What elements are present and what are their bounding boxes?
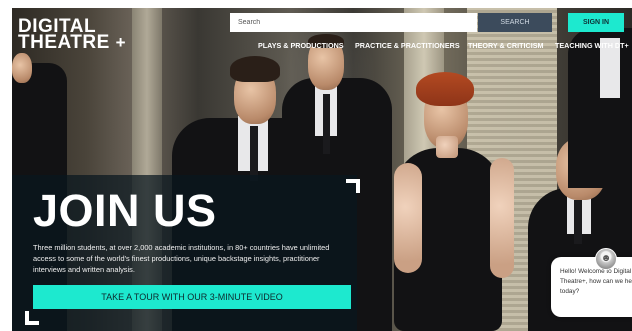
chat-message-line: Theatre+, how can we help: [560, 278, 632, 285]
actor-head: [12, 53, 32, 83]
nav-item-practice-practitioners[interactable]: PRACTICE & PRACTITIONERS: [355, 41, 460, 50]
digital-theatre-logo[interactable]: DIGITAL THEATRE +: [18, 17, 127, 53]
sign-in-button[interactable]: SIGN IN: [568, 13, 624, 32]
actress-arm: [394, 163, 422, 273]
take-tour-video-button[interactable]: TAKE A TOUR WITH OUR 3-MINUTE VIDEO: [33, 285, 351, 309]
hero-description: Three million students, at over 2,000 ac…: [33, 243, 330, 274]
nav-item-theory-criticism[interactable]: THEORY & CRITICISM: [468, 41, 543, 50]
corner-bracket-top-right: [346, 179, 360, 193]
actress-arm: [490, 158, 514, 278]
actor-hair: [230, 56, 280, 82]
search-button[interactable]: SEARCH: [478, 13, 552, 32]
person-avatar-icon[interactable]: ☻: [595, 248, 617, 270]
actress-hair: [416, 72, 474, 106]
hero-title: JOIN US: [33, 185, 217, 236]
actor-tie: [250, 126, 258, 181]
nav-item-teaching-with-dt[interactable]: TEACHING WITH DT+: [555, 41, 629, 50]
chat-message-line: Hello! Welcome to Digital: [560, 268, 632, 275]
chat-message-line: today?: [560, 288, 580, 295]
actor-tie: [574, 200, 582, 244]
logo-plus: +: [115, 33, 127, 52]
search-input[interactable]: [230, 13, 477, 32]
logo-word: THEATRE: [18, 32, 110, 53]
avatar-glyph: ☻: [600, 253, 612, 264]
nav-item-plays-productions[interactable]: PLAYS & PRODUCTIONS: [258, 41, 344, 50]
logo-line-bottom: THEATRE +: [18, 32, 127, 53]
corner-bracket-bottom-left: [25, 311, 39, 325]
chat-welcome-bubble[interactable]: Hello! Welcome to Digital Theatre+, how …: [551, 257, 632, 317]
actor-tie: [323, 94, 330, 154]
actress-neck: [436, 136, 458, 158]
